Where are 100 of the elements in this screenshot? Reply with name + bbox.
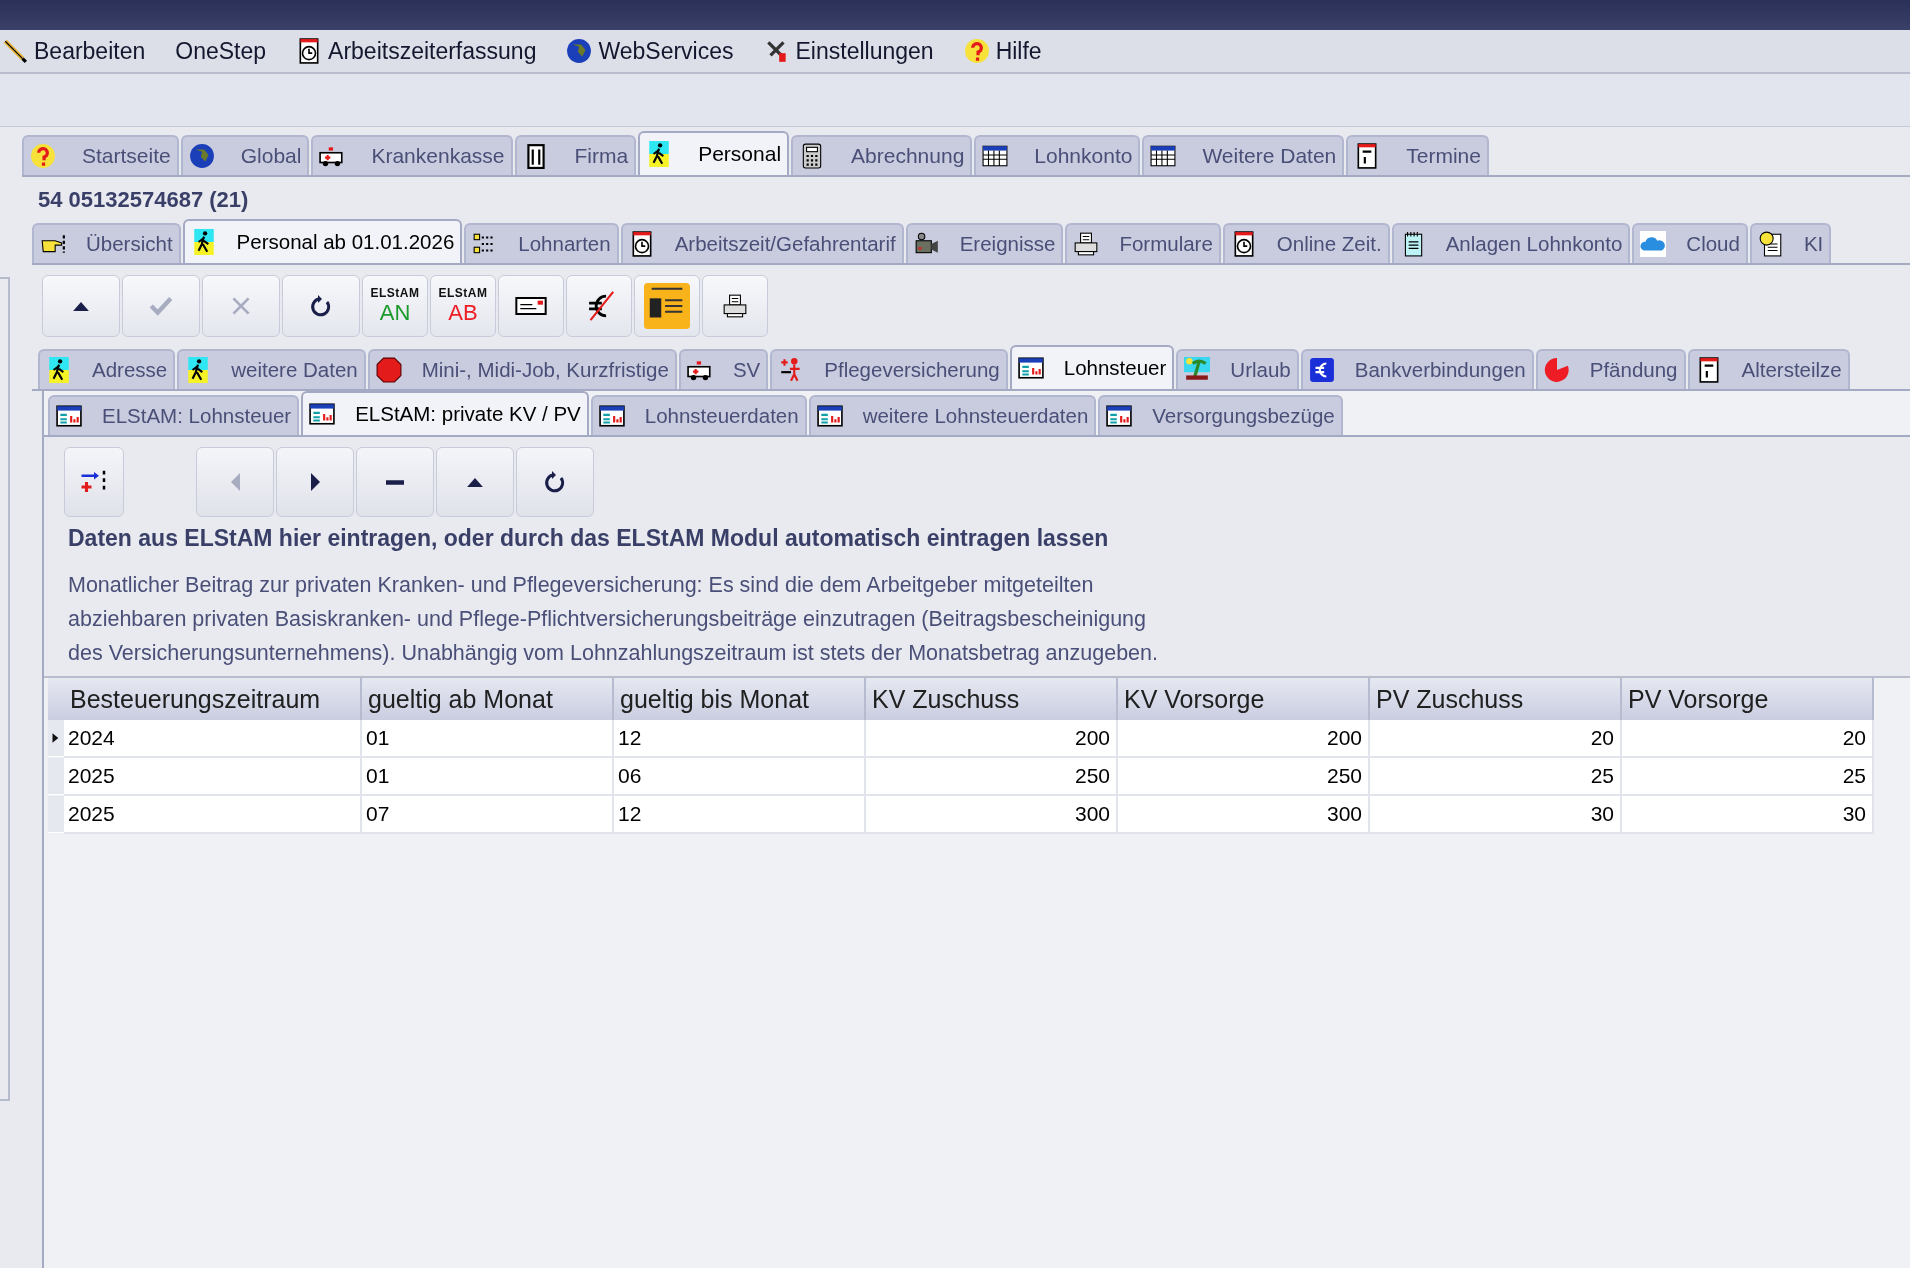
tab[interactable]: Krankenkasse (311, 135, 513, 175)
tab[interactable]: Arbeitszeit/Gefahrentarif (620, 223, 904, 263)
tab[interactable]: Urlaub (1176, 349, 1299, 389)
tab[interactable]: Firma (514, 135, 637, 175)
tab[interactable]: weitere Daten (177, 349, 366, 389)
tab[interactable]: Global (180, 135, 310, 175)
tab[interactable]: ELStAM: Lohnsteuer (48, 395, 300, 435)
column-header[interactable]: KV Vorsorge (1118, 678, 1370, 720)
palm-tree-icon (1184, 357, 1211, 383)
window-chart-icon (1106, 403, 1133, 429)
table-cell: 250 (866, 758, 1118, 796)
window-chart-icon (309, 401, 336, 427)
tab[interactable]: Lohnsteuerdaten (590, 395, 807, 435)
tab[interactable]: Lohnkonto (974, 135, 1141, 175)
section-heading: Daten aus ELStAM hier eintragen, oder durch das ELStAM Modul automatisch eintragen lassen (68, 525, 1110, 552)
window-chart-icon (598, 403, 625, 429)
table-cell: 2025 (64, 796, 362, 834)
table-cell: 25 (1622, 758, 1874, 796)
table-cell: 30 (1622, 796, 1874, 834)
toolbar-button[interactable] (282, 275, 360, 337)
tab[interactable]: Startseite (22, 135, 179, 175)
menu-item[interactable]: Hilfe (963, 37, 1042, 65)
stop-sign-icon (375, 357, 402, 383)
table-cell: 01 (362, 758, 614, 796)
tab[interactable]: weitere Lohnsteuerdaten (808, 395, 1097, 435)
tab[interactable]: Cloud (1632, 223, 1748, 263)
menu-item[interactable]: Bearbeiten (2, 37, 146, 65)
table-cell: 200 (1118, 720, 1370, 758)
toolbar-button[interactable] (498, 275, 564, 337)
column-header[interactable]: PV Zuschuss (1370, 678, 1622, 720)
header-corner (48, 678, 64, 720)
tab[interactable]: Personal (638, 131, 790, 175)
tab[interactable]: Bankverbindungen (1300, 349, 1534, 389)
tab[interactable]: KI (1749, 223, 1832, 263)
menu-item[interactable]: Einstellungen (763, 37, 934, 65)
walking-person-icon (46, 357, 72, 383)
euro-icon (1308, 357, 1335, 383)
window-chart-icon (56, 403, 82, 429)
id-card-icon (644, 283, 690, 329)
table-cell: 300 (866, 796, 1118, 834)
elstam-button[interactable]: ELStAM AB (430, 275, 496, 337)
printer-icon (1073, 231, 1100, 257)
toolbar-button[interactable] (634, 275, 700, 337)
table-cell: 2024 (64, 720, 362, 758)
menu-item[interactable]: WebServices (566, 37, 734, 65)
tab[interactable]: Lohnarten (464, 223, 619, 263)
nav-button[interactable] (516, 447, 594, 517)
table-cell: 12 (614, 720, 866, 758)
table-cell: 300 (1118, 796, 1370, 834)
toolbar-button[interactable] (566, 275, 632, 337)
tab[interactable]: Online Zeit. (1222, 223, 1390, 263)
tab[interactable]: Pfändung (1535, 349, 1686, 389)
tab[interactable]: Formulare (1065, 223, 1221, 263)
window-chart-icon (1017, 355, 1044, 381)
description-text: Monatlicher Beitrag zur privaten Kranken- und Pflegeversicherung: Es sind die dem Arbeitgeber mitgeteilten abziehbaren privaten Basiskranken- und Pflege-Pflichtversicherungsbeiträge einzutragen (Beitragsbescheinigung des Versicherungsunternehmens). Unabhängig vom Lohnzahlungszeitraum ist stets der Monatsbetrag anzugeben. (68, 572, 1159, 667)
column-header[interactable]: Besteuerungszeitraum (64, 678, 362, 720)
elstam-button[interactable]: ELStAM AN (362, 275, 428, 337)
help-icon (30, 143, 56, 169)
toolbar-button[interactable] (702, 275, 768, 337)
table-cell: 30 (1370, 796, 1622, 834)
column-header[interactable]: PV Vorsorge (1622, 678, 1874, 720)
column-header[interactable]: gueltig bis Monat (614, 678, 866, 720)
table-icon (1150, 143, 1177, 169)
table-cell: 200 (866, 720, 1118, 758)
table-cell: 12 (614, 796, 866, 834)
help-icon (963, 38, 990, 64)
cloud-icon (1640, 231, 1667, 257)
tab[interactable]: Mini-, Midi-Job, Kurzfristige (367, 349, 677, 389)
pencil-icon (2, 38, 28, 64)
tab[interactable]: ELStAM: private KV / PV (301, 391, 589, 435)
document-icon (1757, 231, 1784, 257)
tab[interactable]: Personal ab 01.01.2026 (182, 219, 463, 263)
tab[interactable]: Übersicht (32, 223, 181, 263)
tab[interactable]: Ereignisse (905, 223, 1064, 263)
table-cell: 20 (1622, 720, 1874, 758)
record-title: 54 05132574687 (21) (37, 186, 250, 214)
table-icon (982, 143, 1009, 169)
table-cell: 20 (1370, 720, 1622, 758)
column-header[interactable]: KV Zuschuss (866, 678, 1118, 720)
globe-icon (566, 38, 593, 64)
menu-item[interactable]: Arbeitszeiterfassung (296, 37, 537, 65)
tab[interactable]: Weitere Daten (1142, 135, 1345, 175)
nav-button[interactable] (64, 447, 124, 517)
table-cell: 250 (1118, 758, 1370, 796)
tab[interactable]: SV (678, 349, 769, 389)
table-cell: 25 (1370, 758, 1622, 796)
tab[interactable]: Termine (1346, 135, 1489, 175)
tab[interactable]: Pflegeversicherung (770, 349, 1008, 389)
tab[interactable]: Anlagen Lohnkonto (1391, 223, 1631, 263)
column-header[interactable]: gueltig ab Monat (362, 678, 614, 720)
menu-item[interactable]: OneStep (175, 37, 267, 65)
table-cell: 01 (362, 720, 614, 758)
tab[interactable]: Abrechnung (791, 135, 973, 175)
tab[interactable]: Altersteilze (1687, 349, 1850, 389)
row-indicator[interactable] (48, 720, 64, 757)
tab[interactable]: Adresse (38, 349, 176, 389)
tab[interactable]: Versorgungsbezüge (1098, 395, 1343, 435)
tab[interactable]: Lohnsteuer (1009, 345, 1175, 389)
table-cell: 07 (362, 796, 614, 834)
table-cell: 06 (614, 758, 866, 796)
